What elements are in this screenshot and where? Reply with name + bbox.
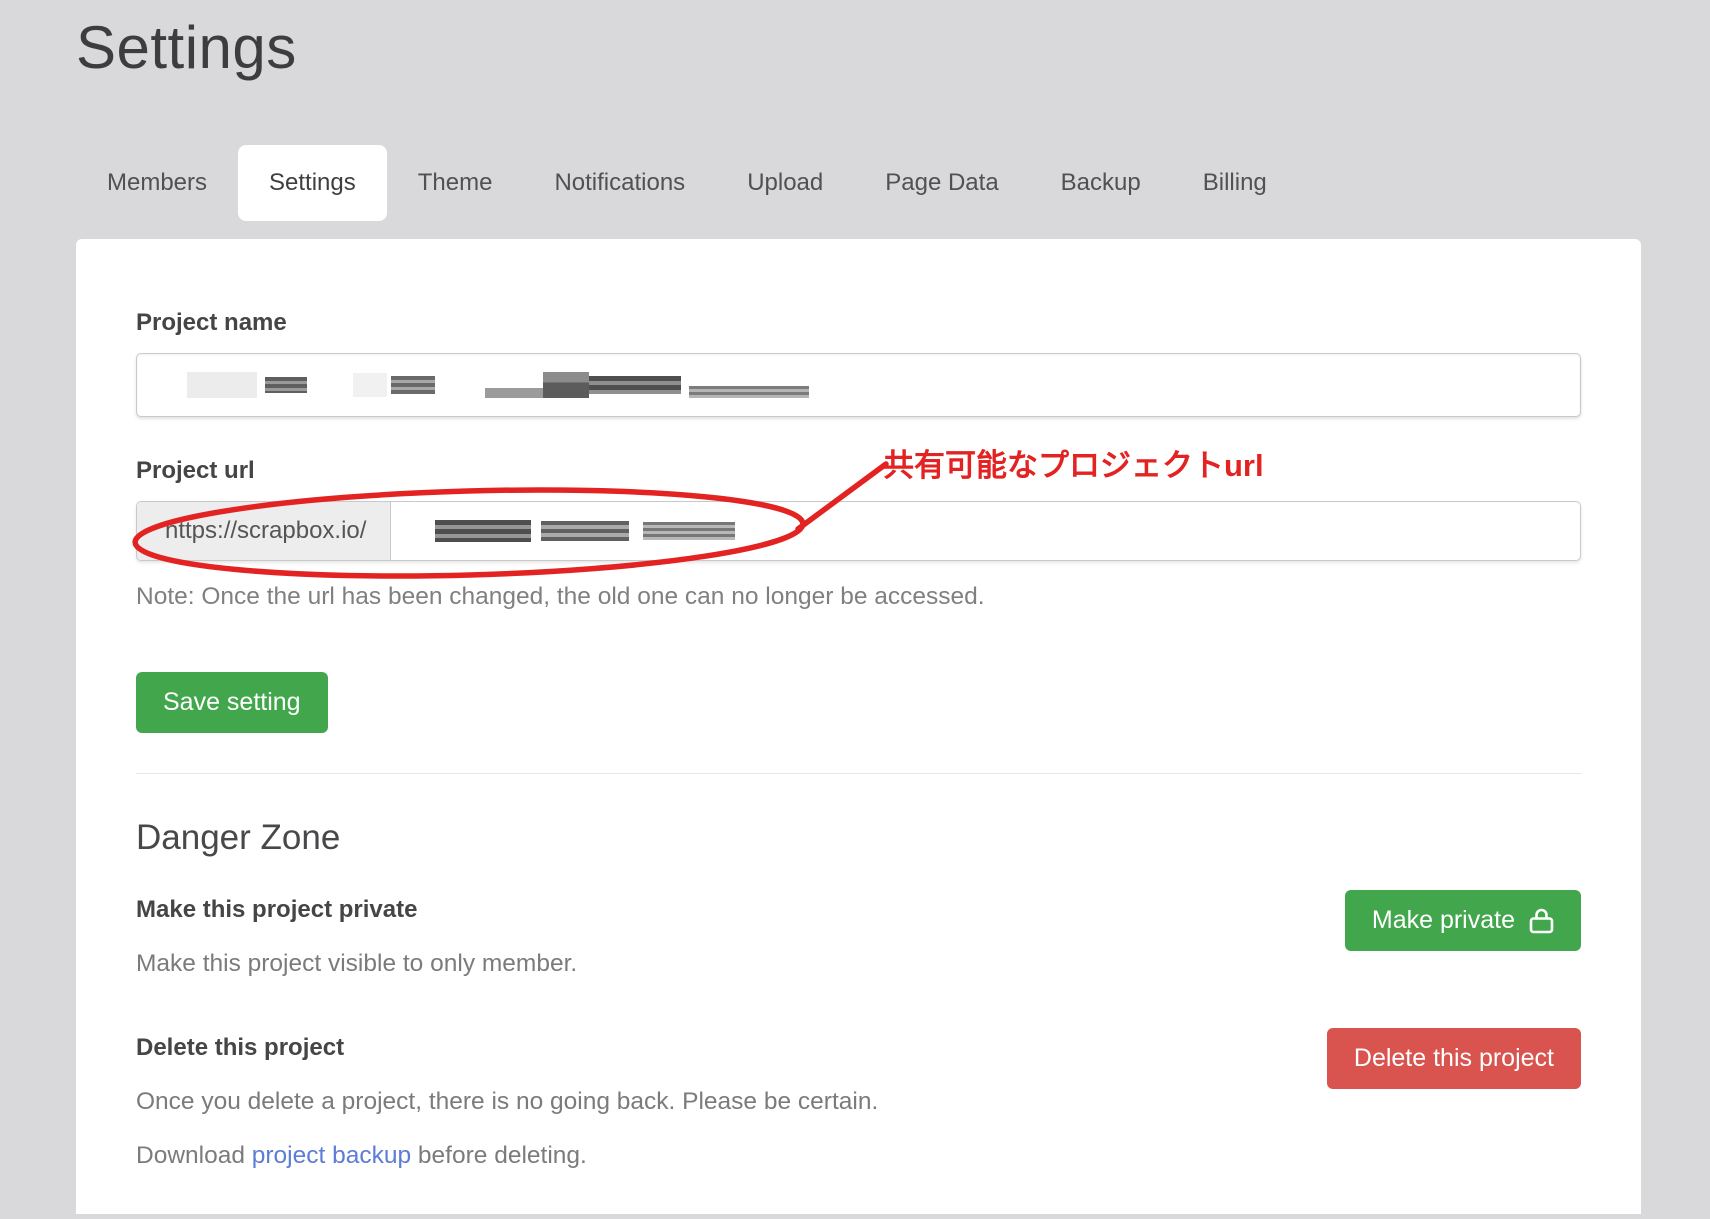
project-name-input[interactable] <box>136 353 1581 417</box>
project-url-label: Project url <box>136 457 1581 485</box>
danger-zone-title: Danger Zone <box>136 818 1581 858</box>
tab-theme[interactable]: Theme <box>387 145 524 221</box>
lock-icon <box>1529 907 1554 934</box>
annotation-text: 共有可能なプロジェクトurl <box>883 440 1264 485</box>
delete-project-description: Once you delete a project, there is no g… <box>136 1088 878 1116</box>
url-change-note: Note: Once the url has been changed, the… <box>136 583 1581 611</box>
settings-panel: Project name Project url https://scrapbo… <box>76 239 1641 1214</box>
url-prefix-addon: https://scrapbox.io/ <box>137 502 391 560</box>
backup-line: Download project backup before deleting. <box>136 1142 878 1170</box>
project-backup-link[interactable]: project backup <box>252 1142 411 1169</box>
tab-members[interactable]: Members <box>76 145 238 221</box>
section-divider <box>136 773 1581 774</box>
make-private-description: Make this project visible to only member… <box>136 950 577 978</box>
tab-notifications[interactable]: Notifications <box>523 145 716 221</box>
tab-page-data[interactable]: Page Data <box>854 145 1029 221</box>
make-private-button-label: Make private <box>1372 906 1515 935</box>
tab-bar: Members Settings Theme Notifications Upl… <box>76 145 1710 221</box>
tab-billing[interactable]: Billing <box>1172 145 1298 221</box>
make-private-heading: Make this project private <box>136 896 577 924</box>
make-private-row: Make this project private Make this proj… <box>136 896 1581 978</box>
delete-project-row: Delete this project Once you delete a pr… <box>136 1034 1581 1170</box>
redacted-project-url <box>435 520 735 542</box>
make-private-button[interactable]: Make private <box>1345 890 1581 951</box>
tab-upload[interactable]: Upload <box>716 145 854 221</box>
save-setting-button[interactable]: Save setting <box>136 672 328 733</box>
delete-project-button[interactable]: Delete this project <box>1327 1028 1581 1089</box>
project-name-label: Project name <box>136 309 1581 337</box>
redacted-project-name <box>187 372 809 398</box>
page-title: Settings <box>0 0 1710 85</box>
tab-settings[interactable]: Settings <box>238 145 387 221</box>
delete-project-heading: Delete this project <box>136 1034 878 1062</box>
tab-backup[interactable]: Backup <box>1030 145 1172 221</box>
project-url-input[interactable]: https://scrapbox.io/ <box>136 501 1581 561</box>
